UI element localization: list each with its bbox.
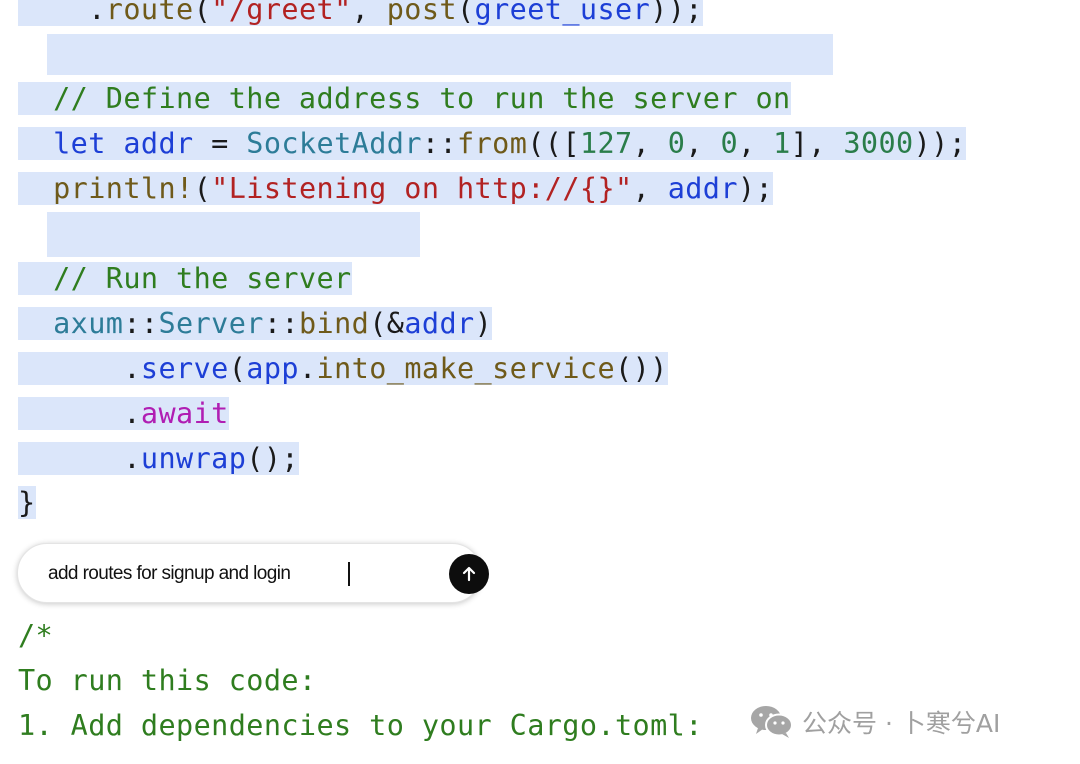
code-token: . (18, 0, 106, 26)
inline-prompt-box (17, 543, 489, 603)
code-token: ( (228, 352, 247, 385)
code-token: . (18, 442, 141, 475)
code-token: , (685, 127, 721, 160)
code-line-println: println!("Listening on http://{}", addr)… (18, 166, 774, 211)
code-token: greet_user (474, 0, 651, 26)
code-line-route: .route("/greet", post(greet_user)); (18, 0, 703, 32)
code-token: 1 (773, 127, 791, 160)
comment-open: /* (18, 619, 54, 652)
code-token: 3000 (843, 127, 914, 160)
arrow-up-icon (462, 566, 476, 582)
code-token: Server (158, 307, 264, 340)
code-token: 0 (720, 127, 738, 160)
code-token: post (386, 0, 457, 26)
code-token: (([ (527, 127, 580, 160)
code-token: serve (140, 352, 229, 385)
code-token: SocketAddr (246, 127, 422, 160)
code-token: ( (193, 172, 212, 205)
code-token: )); (913, 127, 967, 160)
code-token: )); (650, 0, 703, 26)
code-token: 127 (579, 127, 633, 160)
code-token: route (105, 0, 194, 26)
code-line-let-addr: let addr = SocketAddr::from(([127, 0, 0,… (18, 121, 967, 166)
code-token: let (53, 127, 106, 160)
code-token: // Define the address to run the server … (18, 82, 791, 115)
watermark: 公众号 · 卜寒兮AI (750, 702, 1000, 742)
code-line-comment-run: // Run the server (18, 256, 352, 301)
code-line-axum-bind: axum::Server::bind(&addr) (18, 301, 493, 346)
wechat-icon (751, 706, 793, 738)
code-selection: .unwrap(); (18, 442, 299, 475)
blank-selection-line (47, 212, 420, 257)
code-token: (& (369, 307, 405, 340)
send-button[interactable] (449, 554, 489, 594)
code-token: axum (53, 307, 124, 340)
code-token: ); (737, 172, 774, 205)
code-token: "Listening on http://{}" (211, 172, 633, 205)
code-token: , (632, 172, 668, 205)
code-token: :: (263, 307, 299, 340)
code-selection: let addr = SocketAddr::from(([127, 0, 0,… (18, 127, 967, 160)
code-token: await (140, 397, 229, 430)
code-token: "/greet" (211, 0, 352, 26)
watermark-text: 公众号 · 卜寒兮AI (802, 709, 1001, 738)
code-token: :: (421, 127, 458, 160)
code-token: bind (298, 307, 370, 340)
code-token: from (457, 127, 528, 160)
code-token: addr (123, 127, 194, 160)
code-token: 0 (667, 127, 686, 160)
code-line-await: .await (18, 391, 229, 436)
code-token: into_make_service (316, 352, 616, 385)
code-token: // Run the server (18, 262, 352, 295)
code-token: = (193, 127, 247, 160)
code-line-unwrap: .unwrap(); (18, 436, 299, 481)
code-token: } (18, 486, 36, 519)
code-line-comment-address: // Define the address to run the server … (18, 76, 791, 121)
code-token: ( (193, 0, 212, 26)
prompt-input[interactable] (48, 561, 428, 587)
code-token: , (351, 0, 387, 26)
code-line-close-brace: } (18, 480, 36, 525)
code-selection: .await (18, 397, 229, 430)
code-token: unwrap (140, 442, 247, 475)
code-token: , (632, 127, 668, 160)
code-selection: } (18, 486, 36, 519)
code-token: app (246, 352, 299, 385)
comment-run-instructions: To run this code: (18, 664, 317, 697)
code-token: addr (667, 172, 738, 205)
code-token: ) (474, 307, 493, 340)
code-token: . (18, 352, 141, 385)
code-token: println! (53, 172, 194, 205)
code-token: ], (790, 127, 844, 160)
comment-step-1: 1. Add dependencies to your Cargo.toml: (18, 709, 703, 742)
code-token: ( (456, 0, 475, 26)
code-token: :: (123, 307, 159, 340)
code-selection: // Run the server (18, 262, 352, 295)
blank-selection-line (47, 34, 833, 75)
code-token: . (18, 397, 141, 430)
code-token: , (738, 127, 774, 160)
code-token: (); (246, 442, 299, 475)
text-caret (348, 562, 350, 586)
code-selection: .route("/greet", post(greet_user)); (18, 0, 703, 26)
code-selection: axum::Server::bind(&addr) (18, 307, 493, 340)
code-token: . (298, 352, 317, 385)
code-selection: // Define the address to run the server … (18, 82, 791, 115)
code-token: addr (404, 307, 475, 340)
code-selection: .serve(app.into_make_service()) (18, 352, 668, 385)
code-token: ()) (615, 352, 668, 385)
code-line-serve: .serve(app.into_make_service()) (18, 346, 668, 391)
code-selection: println!("Listening on http://{}", addr)… (18, 172, 774, 205)
